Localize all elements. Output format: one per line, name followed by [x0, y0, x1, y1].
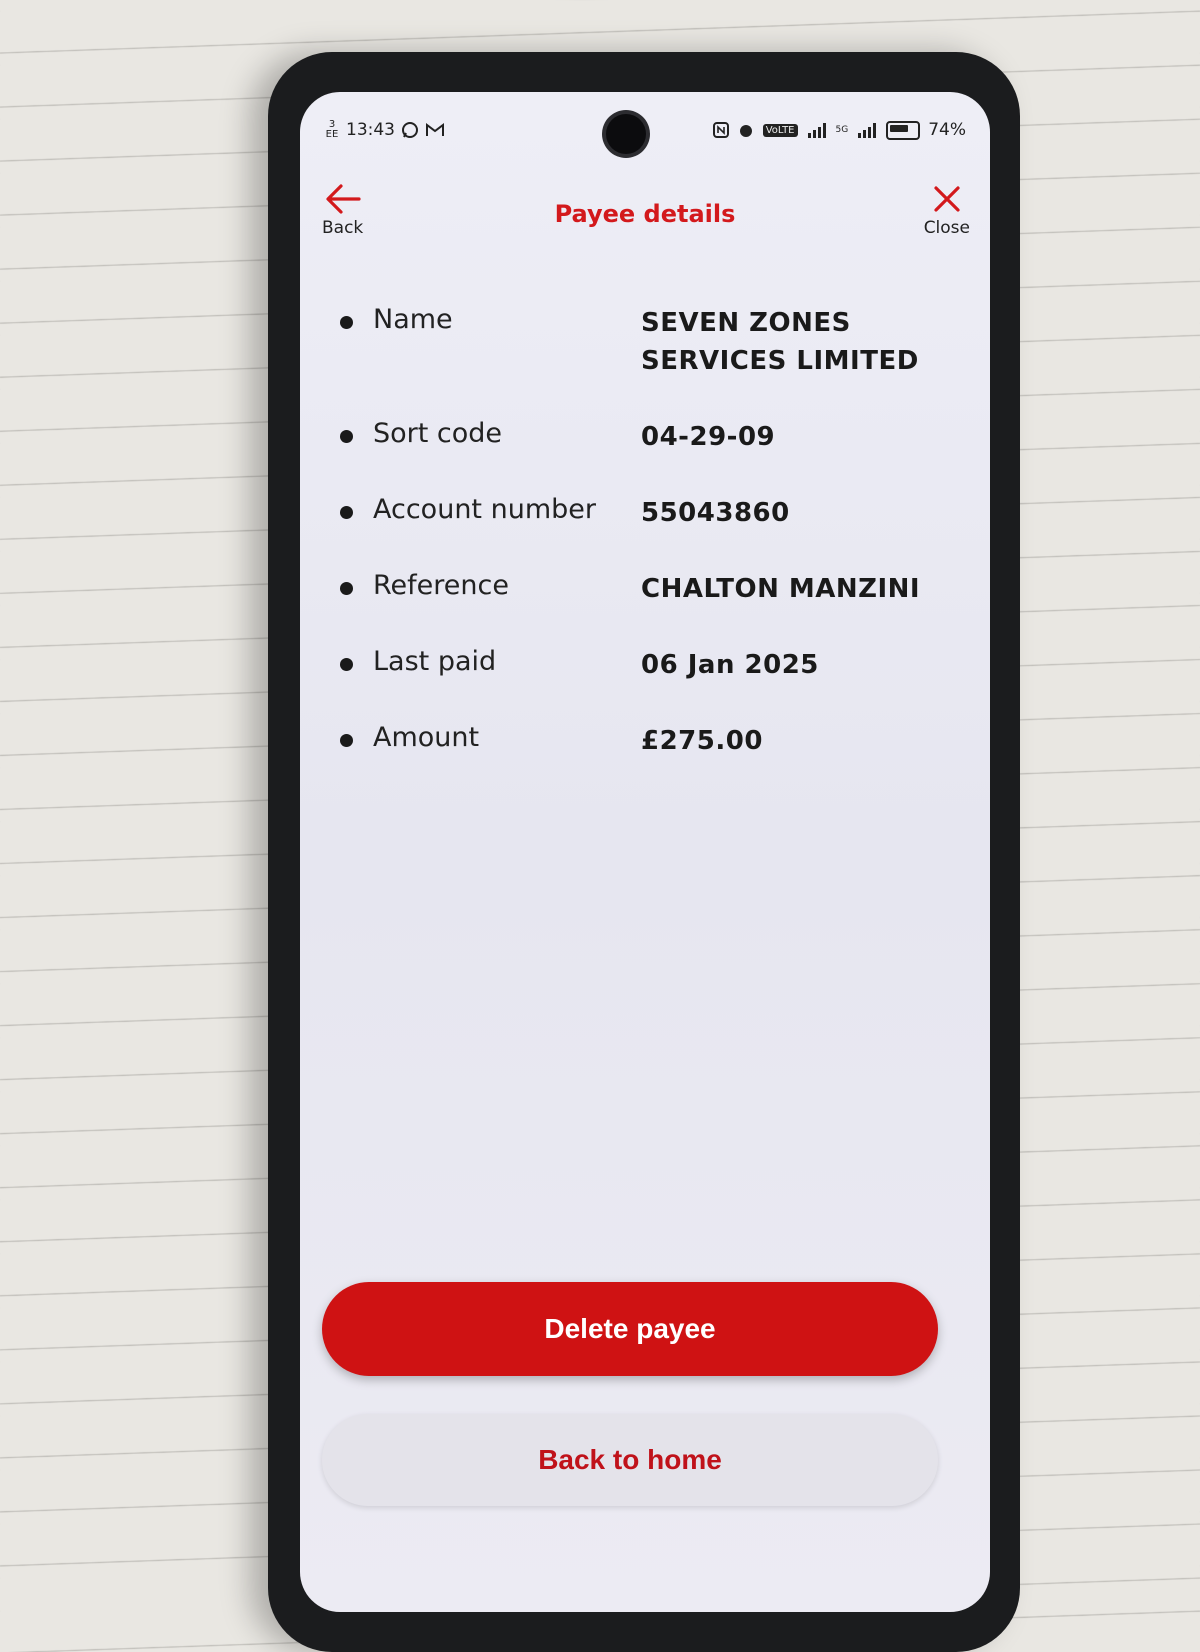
page-title: Payee details — [554, 200, 736, 228]
detail-label: Last paid — [373, 646, 497, 677]
payee-details-list: Name SEVEN ZONES SERVICES LIMITED Sort c… — [340, 304, 980, 798]
detail-label: Amount — [373, 722, 480, 753]
detail-row-amount: Amount £275.00 — [340, 722, 980, 760]
bullet — [340, 582, 353, 595]
status-left: 3 EE 13:43 — [324, 120, 445, 140]
detail-value: 06 Jan 2025 — [641, 650, 819, 680]
signal-icon — [806, 122, 828, 138]
detail-row-account-number: Account number 55043860 — [340, 494, 980, 532]
bullet — [340, 430, 353, 443]
bullet — [340, 734, 353, 747]
detail-value: SEVEN ZONES SERVICES LIMITED — [641, 308, 919, 376]
detail-label: Name — [373, 304, 453, 335]
phone-screen: 3 EE 13:43 VoLTE 5G 74% Back Close Payee… — [300, 92, 990, 1612]
whatsapp-icon — [402, 122, 418, 138]
status-right: VoLTE 5G 74% — [712, 120, 966, 140]
detail-label: Account number — [373, 494, 596, 525]
bullet — [340, 316, 353, 329]
battery-percent: 74% — [928, 120, 966, 140]
signal-icon-2 — [856, 122, 878, 138]
detail-label: Sort code — [373, 418, 503, 449]
carrier-name: EE — [325, 129, 339, 140]
detail-value: 55043860 — [641, 498, 790, 528]
status-bar: 3 EE 13:43 VoLTE 5G 74% — [324, 120, 966, 150]
status-time: 13:43 — [346, 120, 395, 140]
alarm-icon — [739, 125, 752, 137]
carrier-indicator: 3 EE — [324, 120, 340, 140]
detail-row-reference: Reference CHALTON MANZINI — [340, 570, 980, 608]
nfc-icon — [712, 122, 729, 138]
bullet — [340, 506, 353, 519]
bullet — [340, 658, 353, 671]
detail-value: 04-29-09 — [641, 422, 776, 452]
detail-value: CHALTON MANZINI — [641, 574, 921, 604]
battery-icon — [886, 120, 921, 140]
network-type: 5G — [835, 125, 849, 135]
detail-row-sort-code: Sort code 04-29-09 — [340, 418, 980, 456]
gmail-icon — [426, 123, 444, 136]
detail-value: £275.00 — [641, 726, 763, 756]
delete-payee-button[interactable]: Delete payee — [322, 1282, 938, 1376]
back-to-home-button[interactable]: Back to home — [322, 1414, 938, 1506]
detail-label: Reference — [373, 570, 509, 601]
detail-row-last-paid: Last paid 06 Jan 2025 — [340, 646, 980, 684]
volte-badge: VoLTE — [762, 123, 798, 137]
detail-row-name: Name SEVEN ZONES SERVICES LIMITED — [340, 304, 980, 380]
